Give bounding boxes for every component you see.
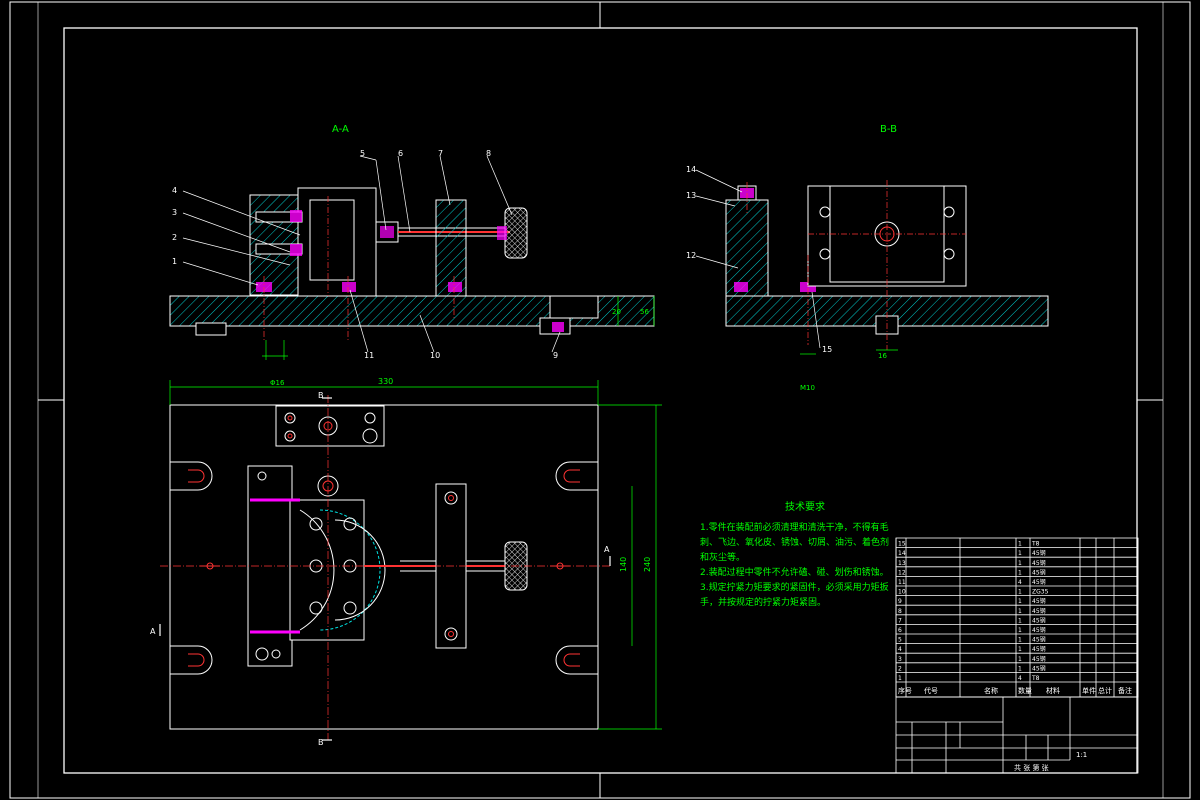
bom-cell: ZG35: [1032, 589, 1049, 596]
bom-cell: T8: [1031, 675, 1040, 682]
bom-cell: 11: [898, 579, 906, 586]
bom-text: 15 1 T814 1 45钢13 1 45钢12 1 45钢11 4 45钢10 1 ZG359 1 45…: [898, 541, 1132, 695]
bom-cell: 45钢: [1032, 636, 1046, 644]
bom-header-cell: 材料: [1046, 686, 1060, 695]
bom-cell: T8: [1031, 541, 1040, 548]
bom-cell: 1: [1018, 617, 1022, 624]
bom-cell: 45钢: [1032, 597, 1046, 605]
tech-req-title: 技术要求: [785, 502, 825, 513]
bom-cell: 4: [1018, 579, 1022, 586]
bom-cell: 7: [898, 617, 902, 624]
title-sheet: 共 张 第 张: [1014, 763, 1049, 772]
bom-cell: 45钢: [1032, 549, 1046, 557]
bom-table: [895, 537, 1139, 698]
bom-header-cell: 名称: [984, 686, 998, 695]
section-b-view: B-B 1413 1215 16 M10: [686, 124, 1049, 392]
bom-cell: 9: [898, 598, 902, 605]
bom-cell: 1: [898, 675, 902, 682]
bom-cell: 1: [1018, 608, 1022, 615]
title-block: [895, 696, 1139, 774]
tech-req-item-3: 3.规定拧紧力矩要求的紧固件，必须采用力矩扳手，并按规定的拧紧力矩紧固。: [700, 583, 889, 608]
section-a-label: A-A: [332, 124, 349, 135]
bom-cell: 1: [1018, 656, 1022, 663]
bom-header-cell: 序号: [898, 686, 912, 695]
title-scale: 1:1: [1076, 751, 1087, 759]
bom-cell: 13: [898, 560, 906, 567]
tech-req-item-2: 2.装配过程中零件不允许磕、碰、划伤和锈蚀。: [700, 568, 889, 578]
svg-text:5: 5: [360, 149, 365, 158]
technical-requirements: 技术要求 1.零件在装配前必须清理和清洗干净，不得有毛刺、飞边、氧化皮、锈蚀、切…: [700, 500, 890, 611]
bom-header-cell: 总计: [1098, 686, 1112, 695]
tech-req-item-1: 1.零件在装配前必须清理和清洗干净，不得有毛刺、飞边、氧化皮、锈蚀、切屑、油污、…: [700, 523, 890, 563]
bom-header-cell: 数量: [1018, 686, 1032, 695]
bom-header-cell: 单件: [1082, 686, 1096, 695]
bom-cell: 45钢: [1032, 607, 1046, 615]
bom-cell: 12: [898, 569, 906, 576]
bom-cell: 1: [1018, 665, 1022, 672]
bom-cell: 1: [1018, 598, 1022, 605]
bom-cell: 45钢: [1032, 626, 1046, 634]
dim-h3: 16: [878, 352, 887, 360]
bom-cell: 45钢: [1032, 664, 1046, 672]
cut-b-bottom: B: [318, 738, 324, 747]
bom-cell: 1: [1018, 627, 1022, 634]
dim-bolt: M10: [800, 384, 815, 392]
bom-cell: 6: [898, 627, 902, 634]
svg-text:12: 12: [686, 251, 696, 260]
cut-a-right: A: [604, 545, 610, 554]
bom-header-cell: 备注: [1118, 686, 1132, 695]
bom-cell: 45钢: [1032, 655, 1046, 663]
svg-text:6: 6: [398, 149, 403, 158]
cut-b-top: B: [318, 391, 324, 400]
bom-cell: 2: [898, 665, 902, 672]
svg-text:14: 14: [686, 165, 696, 174]
plan-view: B B A A 330 Φ16 240 140: [150, 377, 662, 747]
svg-text:3: 3: [172, 208, 177, 217]
dim-h1: 56: [640, 308, 649, 316]
bom-cell: 1: [1018, 569, 1022, 576]
bom-cell: 1: [1018, 589, 1022, 596]
bom-cell: 45钢: [1032, 559, 1046, 567]
svg-text:8: 8: [486, 149, 491, 158]
bom-cell: 14: [898, 550, 906, 557]
dim-h2: 20: [612, 308, 621, 316]
bom-cell: 15: [898, 541, 906, 548]
bom-cell: 45钢: [1032, 616, 1046, 624]
bom-cell: 45钢: [1032, 568, 1046, 576]
bom-cell: 8: [898, 608, 902, 615]
bom-cell: 4: [1018, 675, 1022, 682]
svg-text:9: 9: [553, 351, 558, 360]
bom-cell: 10: [898, 589, 906, 596]
bom-cell: 1: [1018, 550, 1022, 557]
bom-cell: 1: [1018, 541, 1022, 548]
svg-text:15: 15: [822, 345, 832, 354]
bom-cell: 5: [898, 637, 902, 644]
bom-cell: 1: [1018, 637, 1022, 644]
bom-header-cell: 代号: [924, 686, 938, 695]
cut-a-left: A: [150, 627, 156, 636]
svg-text:10: 10: [430, 351, 440, 360]
svg-text:2: 2: [172, 233, 177, 242]
dim-width: 330: [378, 377, 393, 386]
bom-cell: 1: [1018, 560, 1022, 567]
svg-text:11: 11: [364, 351, 374, 360]
svg-text:13: 13: [686, 191, 696, 200]
dim-height: 240: [643, 557, 652, 572]
svg-text:7: 7: [438, 149, 443, 158]
section-b-label: B-B: [880, 124, 897, 135]
bom-cell: 1: [1018, 646, 1022, 653]
svg-text:1: 1: [172, 257, 177, 266]
bom-cell: 3: [898, 656, 902, 663]
dim-slot: Φ16: [270, 379, 285, 387]
bom-cell: 45钢: [1032, 645, 1046, 653]
svg-text:4: 4: [172, 186, 177, 195]
bom-cell: 4: [898, 646, 902, 653]
drawing-sheet: A-A 43 21 5 6 7 8 11 10 9 20 56 B-B 1413…: [9, 1, 1191, 799]
section-a-view: A-A 43 21 5 6 7 8 11 10 9 20 56: [169, 124, 655, 360]
bom-cell: 45钢: [1032, 578, 1046, 586]
dim-inner-height: 140: [619, 557, 628, 572]
